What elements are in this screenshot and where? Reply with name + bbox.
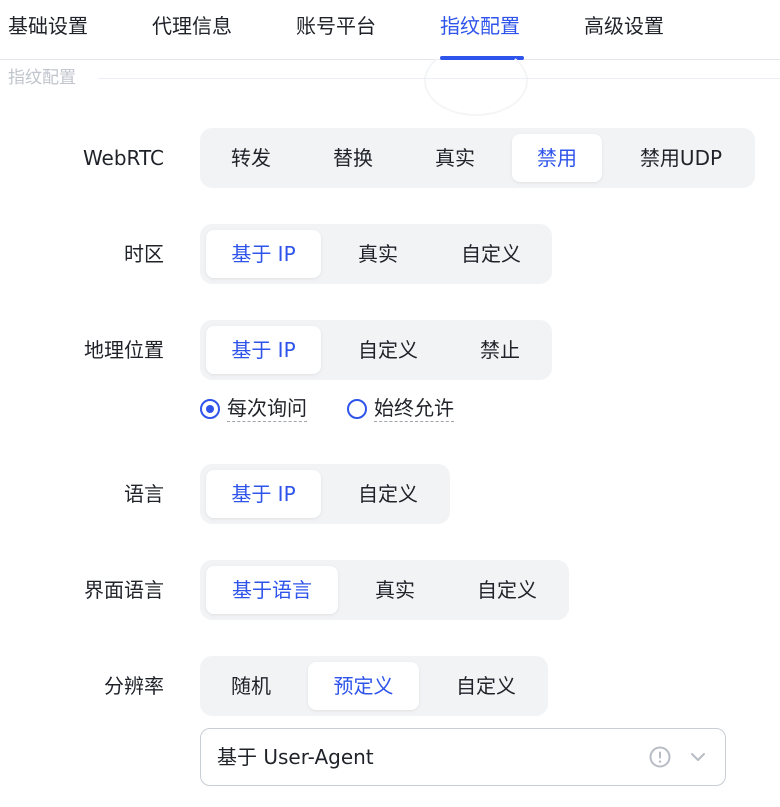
geolocation-option-forbid[interactable]: 禁止 bbox=[460, 326, 540, 374]
tab-advanced-settings[interactable]: 高级设置 bbox=[584, 12, 664, 40]
webrtc-option-disabled[interactable]: 禁用 bbox=[512, 134, 602, 182]
language-segmented-control: 基于 IP 自定义 bbox=[200, 464, 450, 524]
language-label: 语言 bbox=[124, 482, 164, 506]
resolution-option-predefined[interactable]: 预定义 bbox=[308, 662, 419, 710]
tab-basic-settings[interactable]: 基础设置 bbox=[8, 12, 88, 40]
webrtc-option-forward[interactable]: 转发 bbox=[210, 134, 292, 182]
geolocation-option-custom[interactable]: 自定义 bbox=[336, 326, 440, 374]
language-option-custom[interactable]: 自定义 bbox=[336, 470, 440, 518]
tab-proxy-info[interactable]: 代理信息 bbox=[152, 12, 232, 40]
geolocation-segmented-control: 基于 IP 自定义 禁止 bbox=[200, 320, 552, 380]
ui-language-option-custom[interactable]: 自定义 bbox=[454, 566, 560, 614]
ui-language-segmented-control: 基于语言 真实 自定义 bbox=[200, 560, 569, 620]
tab-account-platform[interactable]: 账号平台 bbox=[296, 12, 376, 40]
resolution-select[interactable]: 基于 User-Agent bbox=[200, 728, 726, 786]
timezone-segmented-control: 基于 IP 真实 自定义 bbox=[200, 224, 552, 284]
geolocation-label: 地理位置 bbox=[84, 338, 164, 362]
resolution-select-value: 基于 User-Agent bbox=[217, 745, 374, 769]
geo-permission-ask-label: 每次询问 bbox=[227, 396, 307, 422]
webrtc-option-disable-udp[interactable]: 禁用UDP bbox=[620, 134, 742, 182]
webrtc-option-replace[interactable]: 替换 bbox=[312, 134, 394, 182]
radio-checked-icon bbox=[200, 399, 220, 419]
tab-fingerprint-config[interactable]: 指纹配置 bbox=[440, 12, 520, 40]
language-option-ip[interactable]: 基于 IP bbox=[206, 470, 321, 518]
background-decoration bbox=[424, 46, 528, 116]
resolution-label: 分辨率 bbox=[104, 674, 164, 698]
resolution-segmented-control: 随机 预定义 自定义 bbox=[200, 656, 548, 716]
chevron-down-icon bbox=[691, 753, 705, 761]
section-title: 指纹配置 bbox=[8, 68, 76, 88]
webrtc-segmented-control: 转发 替换 真实 禁用 禁用UDP bbox=[200, 128, 755, 188]
section-divider bbox=[98, 78, 780, 79]
resolution-option-custom[interactable]: 自定义 bbox=[434, 662, 538, 710]
timezone-label: 时区 bbox=[124, 242, 164, 266]
radio-unchecked-icon bbox=[347, 399, 367, 419]
ui-language-option-by-language[interactable]: 基于语言 bbox=[206, 566, 338, 614]
geolocation-option-ip[interactable]: 基于 IP bbox=[206, 326, 321, 374]
top-tabs: 基础设置 代理信息 账号平台 指纹配置 高级设置 bbox=[0, 0, 780, 60]
webrtc-label: WebRTC bbox=[82, 146, 164, 170]
timezone-option-real[interactable]: 真实 bbox=[328, 230, 428, 278]
ui-language-option-real[interactable]: 真实 bbox=[350, 566, 440, 614]
resolution-option-random[interactable]: 随机 bbox=[208, 662, 294, 710]
timezone-option-ip[interactable]: 基于 IP bbox=[206, 230, 321, 278]
webrtc-option-real[interactable]: 真实 bbox=[414, 134, 496, 182]
geo-permission-always-label: 始终允许 bbox=[374, 396, 454, 422]
info-circle-icon bbox=[649, 746, 671, 768]
ui-language-label: 界面语言 bbox=[84, 578, 164, 602]
timezone-option-custom[interactable]: 自定义 bbox=[436, 230, 546, 278]
